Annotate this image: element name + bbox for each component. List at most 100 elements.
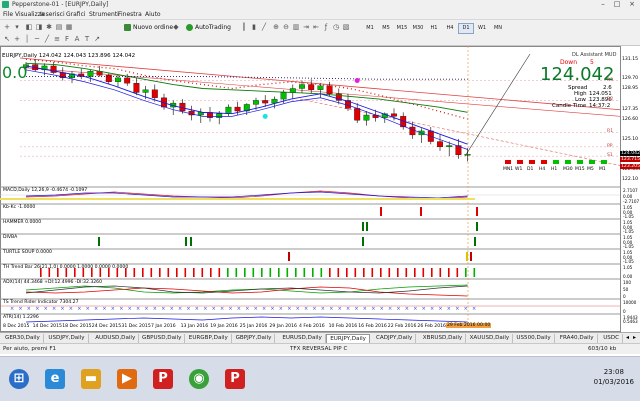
data-window-icon[interactable]: ◨ [35, 23, 43, 31]
templates-icon[interactable]: ▧ [342, 23, 350, 31]
trend-bar [312, 268, 314, 277]
trend-rider-cross: × [44, 306, 48, 312]
crosshair-icon[interactable]: + [13, 35, 21, 43]
text-tool-icon[interactable]: A [73, 35, 81, 43]
horizontal-line-icon[interactable]: ─ [33, 35, 41, 43]
arrow-tool-icon[interactable]: ↗ [93, 35, 101, 43]
zoom-out-icon[interactable]: ⊖ [282, 23, 290, 31]
chart-shift-icon[interactable]: ⇤ [312, 23, 320, 31]
trend-bar [439, 268, 442, 277]
indicator-axis-label: -1.05 [623, 259, 634, 264]
candle-chart-icon[interactable]: ▮ [250, 23, 258, 31]
taskbar-clock[interactable]: 23:08 01/03/2016 [594, 367, 634, 387]
taskbar-app-browser[interactable]: e [40, 361, 70, 397]
timeframe-h1[interactable]: H1 [426, 23, 442, 34]
pivot-label: R3 [607, 77, 614, 83]
timeframe-h4[interactable]: H4 [442, 23, 458, 34]
menu-window[interactable]: Finestra [118, 11, 142, 18]
trend-rider-cross: × [77, 306, 81, 312]
line-chart-icon[interactable]: ╱ [260, 23, 268, 31]
timeframe-mn[interactable]: MN [490, 23, 506, 34]
cyan-marker [262, 113, 268, 119]
chart-window[interactable]: × × × × × × × × × × × × × × × × × × × × × × × × × × × × × × × × × × × × × × × ×… [0, 46, 640, 332]
chart-canvas[interactable]: × × × × × × × × × × × × × × × × × × × × × × × × × × × × × × × × × × × × × × × ×… [0, 46, 640, 332]
chart-tab-11[interactable]: US500,Daily [513, 334, 555, 343]
tester-icon[interactable]: ▦ [65, 23, 73, 31]
menu-help[interactable]: Aiuto [145, 11, 161, 18]
trend-bar [431, 268, 433, 277]
close-button[interactable]: × [625, 0, 639, 9]
chart-tab-4[interactable]: EURGBP,Daily [186, 334, 232, 343]
autotrading-button[interactable]: AutoTrading [186, 23, 231, 32]
minimize-button[interactable]: – [596, 0, 610, 9]
timeframe-w1[interactable]: W1 [474, 23, 490, 34]
chart-tab-5[interactable]: GBPJPY,Daily [233, 334, 276, 343]
terminal-icon[interactable]: ▤ [55, 23, 63, 31]
price-axis-label: 129.70 [622, 76, 639, 82]
menu-tools[interactable]: Strumenti [89, 11, 119, 18]
trend-rider-cross: × [94, 306, 98, 312]
market-watch-icon[interactable]: ◧ [25, 23, 33, 31]
candle-bull [446, 145, 453, 148]
start-button[interactable]: ⊞ [4, 361, 34, 397]
menu-charts[interactable]: Grafici [66, 11, 86, 18]
trend-rider-cross: × [296, 306, 300, 312]
tile-windows-icon[interactable]: ▥ [292, 23, 300, 31]
signal-bar [466, 252, 468, 261]
chart-tab-2[interactable]: AUDUSD,Daily [92, 334, 140, 343]
timeframe-d1[interactable]: D1 [458, 23, 474, 34]
tab-scroll-right-icon[interactable]: ▸ [633, 334, 636, 341]
chart-tab-10[interactable]: XAUUSD,Daily [467, 334, 514, 343]
timeframe-m15[interactable]: M15 [394, 23, 410, 34]
chart-tab-13[interactable]: USDC [600, 334, 624, 343]
tab-scroll-left-icon[interactable]: ◂ [626, 334, 629, 341]
chart-tab-1[interactable]: USDJPY,Daily [45, 334, 89, 343]
chart-tab-12[interactable]: FRA40,Daily [557, 334, 598, 343]
price-axis-label: 122.10 [622, 177, 639, 183]
fibonacci-icon[interactable]: F [63, 35, 71, 43]
trend-bar [320, 268, 323, 277]
mtf-label-m15: M15 [575, 167, 585, 172]
taskbar-app-pepperstone[interactable]: P [148, 361, 178, 397]
trend-bar [269, 268, 272, 277]
indicators-icon[interactable]: ƒ [322, 23, 330, 31]
windows-start-icon: ⊞ [9, 369, 29, 389]
periods-icon[interactable]: ◷ [332, 23, 340, 31]
chart-tab-0[interactable]: GER30,Daily [2, 334, 44, 343]
new-order-button[interactable]: Nuovo ordine [124, 23, 173, 32]
chart-tab-9[interactable]: XBRUSD,Daily [420, 334, 467, 343]
vertical-line-icon[interactable]: │ [23, 35, 31, 43]
chart-tab-8[interactable]: CADJPY,Daily [373, 334, 417, 343]
menu-file[interactable]: File [3, 11, 13, 18]
cursor-icon[interactable]: ↖ [3, 35, 11, 43]
zoom-in-icon[interactable]: ⊕ [272, 23, 280, 31]
status-connection[interactable]: 603/10 kb [588, 346, 616, 352]
autotrading-icon [186, 24, 193, 31]
candle-bear [133, 83, 140, 93]
meta-editor-icon[interactable]: ◆ [172, 23, 180, 31]
chart-tab-3[interactable]: GBPUSD,Daily [139, 334, 186, 343]
new-chart-icon[interactable]: + [3, 23, 11, 31]
timeframe-m30[interactable]: M30 [410, 23, 426, 34]
chart-tab-6[interactable]: EURUSD,Daily [279, 334, 326, 343]
autoscroll-icon[interactable]: ⇥ [302, 23, 310, 31]
taskbar-app-pepperstone-2[interactable]: P [220, 361, 250, 397]
trend-bar [303, 268, 306, 277]
timeframe-m1[interactable]: M1 [362, 23, 378, 34]
trendline-icon[interactable]: ╱ [43, 35, 51, 43]
taskbar-app-explorer[interactable]: ▬ [76, 361, 106, 397]
chrome-icon: ◉ [189, 369, 209, 389]
bar-chart-icon[interactable]: ┃ [240, 23, 248, 31]
label-tool-icon[interactable]: T [83, 35, 91, 43]
timeframe-m5[interactable]: M5 [378, 23, 394, 34]
signal-bar [362, 237, 364, 246]
navigator-icon[interactable]: ✱ [45, 23, 53, 31]
channel-icon[interactable]: ≡ [53, 35, 61, 43]
taskbar-app-media[interactable]: ▶ [112, 361, 142, 397]
taskbar-app-chrome[interactable]: ◉ [184, 361, 214, 397]
menu-insert[interactable]: Inserisci [40, 11, 65, 18]
trend-rider-cross: × [203, 306, 207, 312]
profiles-icon[interactable]: ▾ [13, 23, 21, 31]
maximize-button[interactable]: □ [610, 0, 624, 9]
trend-rider-cross: × [195, 306, 199, 312]
